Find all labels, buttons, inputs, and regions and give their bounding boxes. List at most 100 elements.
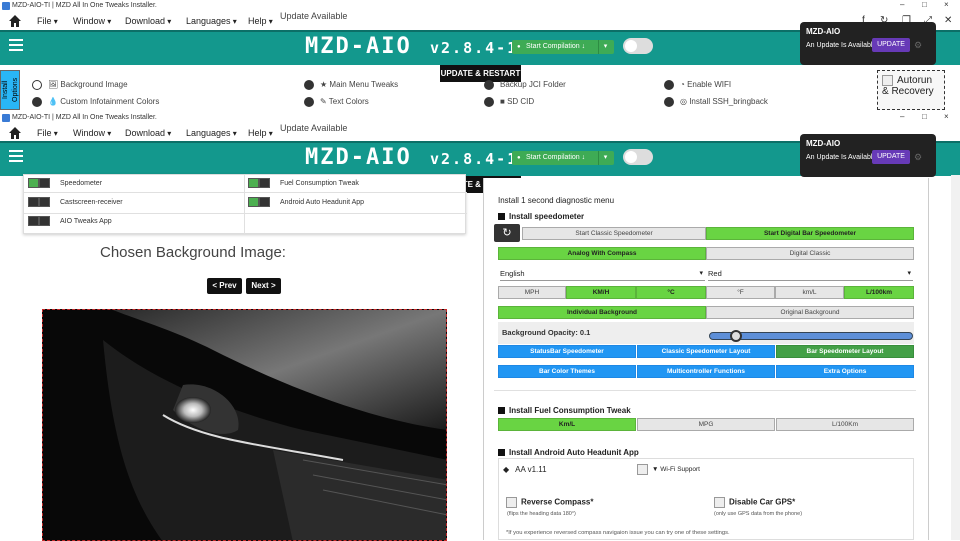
tweak-aio-app[interactable]: AIO Tweaks App bbox=[28, 216, 112, 226]
option-text-colors[interactable]: ✎ Text Colors bbox=[304, 97, 369, 107]
android-auto-section-title: Install Android Auto Headunit App bbox=[498, 448, 639, 457]
original-bg-button[interactable]: Original Background bbox=[706, 306, 914, 319]
window-title-2: MZD-AIO-TI | MZD All In One Tweaks Insta… bbox=[12, 114, 157, 121]
option-enable-wifi[interactable]: ◔ Enable WIFI bbox=[664, 80, 731, 90]
window-close-button[interactable]: × bbox=[944, 0, 949, 9]
multicontroller-button[interactable]: Multicontroller Functions bbox=[637, 365, 775, 378]
unit-kmh[interactable]: KM/H bbox=[566, 286, 636, 299]
fuel-mpg-button[interactable]: MPG bbox=[637, 418, 775, 431]
scrollbar[interactable] bbox=[951, 175, 960, 540]
menu-languages[interactable]: Languages bbox=[186, 12, 237, 31]
compass-footnote: *If you experience reversed compass navi… bbox=[506, 530, 730, 536]
notification-message: An Update Is Available: bbox=[806, 42, 879, 49]
color-select[interactable]: Red bbox=[708, 267, 913, 281]
menu-help[interactable]: Help bbox=[248, 12, 273, 31]
option-background-image[interactable]: 🖼 Background Image bbox=[32, 80, 128, 90]
individual-bg-button[interactable]: Individual Background bbox=[498, 306, 706, 319]
tweak-android-auto[interactable]: Android Auto Headunit App bbox=[248, 197, 364, 207]
unit-kml[interactable]: km/L bbox=[775, 286, 844, 299]
hamburger-icon[interactable] bbox=[9, 39, 23, 51]
install-options-tab[interactable]: Install Options bbox=[0, 70, 20, 110]
tweak-castscreen[interactable]: Castscreen-receiver bbox=[28, 197, 123, 207]
bg-opacity-slider[interactable] bbox=[709, 330, 913, 342]
menu-window[interactable]: Window bbox=[73, 12, 111, 31]
start-compilation-button[interactable]: Start Compilation ↓▾ bbox=[512, 40, 614, 54]
app-icon bbox=[2, 114, 10, 122]
aa-version-option[interactable]: ◆ AA v1.11 bbox=[503, 465, 547, 474]
unit-l100km[interactable]: L/100km bbox=[844, 286, 914, 299]
window-close-button-2[interactable]: × bbox=[944, 112, 949, 121]
unit-fahrenheit[interactable]: °F bbox=[706, 286, 775, 299]
mode-toggle[interactable] bbox=[623, 38, 653, 54]
window-titlebar-2: MZD-AIO-TI | MZD All In One Tweaks Insta… bbox=[0, 112, 960, 124]
fuel-section-title: Install Fuel Consumption Tweak bbox=[498, 406, 631, 415]
settings-icon[interactable]: ⚙ bbox=[914, 40, 922, 51]
speedometer-section-title: Install speedometer bbox=[498, 212, 584, 221]
app-logo: MZD-AIO bbox=[305, 34, 412, 59]
notification-title: MZD-AIO bbox=[806, 139, 841, 148]
chosen-background-label: Chosen Background Image: bbox=[100, 244, 286, 261]
unit-celsius[interactable]: °C bbox=[636, 286, 706, 299]
disable-gps-note: (only use GPS data from the phone) bbox=[714, 511, 803, 517]
tweak-speedometer[interactable]: Speedometer bbox=[28, 178, 102, 188]
update-available-link[interactable]: Update Available bbox=[280, 119, 347, 137]
menu-file[interactable]: File bbox=[37, 12, 58, 31]
extra-options-button[interactable]: Extra Options bbox=[776, 365, 914, 378]
prev-button[interactable]: < Prev bbox=[207, 278, 242, 294]
update-available-link[interactable]: Update Available bbox=[280, 7, 347, 25]
option-custom-colors[interactable]: 💧 Custom Infotainment Colors bbox=[32, 97, 159, 107]
app-version: v2.8.4-1 bbox=[430, 39, 519, 57]
home-icon[interactable] bbox=[8, 126, 22, 140]
option-main-menu-tweaks[interactable]: ★ Main Menu Tweaks bbox=[304, 80, 398, 90]
maximize-button[interactable]: □ bbox=[922, 0, 927, 9]
wifi-support-option[interactable]: ▼ Wi-Fi Support bbox=[637, 464, 700, 475]
start-compilation-button[interactable]: Start Compilation ↓▾ bbox=[512, 151, 614, 165]
notification-title: MZD-AIO bbox=[806, 27, 841, 36]
option-ssh-bringback[interactable]: ◎ Install SSH_bringback bbox=[664, 97, 768, 107]
notification-update-button[interactable]: UPDATE bbox=[872, 38, 910, 52]
digital-classic-button[interactable]: Digital Classic bbox=[706, 247, 914, 260]
app-icon bbox=[2, 2, 10, 10]
hamburger-icon[interactable] bbox=[9, 150, 23, 162]
app-version: v2.8.4-1 bbox=[430, 150, 519, 168]
slider-handle[interactable] bbox=[730, 330, 742, 342]
bar-layout-button[interactable]: Bar Speedometer Layout bbox=[776, 345, 914, 358]
background-preview-image bbox=[42, 309, 447, 541]
update-notification-2: MZD-AIO An Update Is Available: UPDATE ⚙ bbox=[800, 134, 936, 177]
minimize-button[interactable]: – bbox=[900, 0, 904, 9]
settings-icon[interactable]: ⚙ bbox=[914, 152, 922, 163]
reverse-compass-note: (flips the heading data 180°) bbox=[507, 511, 576, 517]
diag-menu-option[interactable]: Install 1 second diagnostic menu bbox=[498, 196, 614, 205]
next-button[interactable]: Next > bbox=[246, 278, 281, 294]
fuel-kml-button[interactable]: Km/L bbox=[498, 418, 636, 431]
autorun-recovery-option[interactable]: Autorun & Recovery bbox=[877, 70, 945, 110]
window-title: MZD-AIO-TI | MZD All In One Tweaks Insta… bbox=[12, 2, 157, 9]
disable-gps-option[interactable]: Disable Car GPS* bbox=[714, 497, 795, 508]
home-icon[interactable] bbox=[8, 14, 22, 28]
close-icon[interactable]: ✕ bbox=[944, 12, 952, 30]
bg-opacity-label: Background Opacity: 0.1 bbox=[502, 328, 591, 337]
notification-update-button[interactable]: UPDATE bbox=[872, 150, 910, 164]
fuel-l100km-button[interactable]: L/100Km bbox=[776, 418, 914, 431]
start-digital-button[interactable]: Start Digital Bar Speedometer bbox=[706, 227, 914, 240]
start-classic-button[interactable]: Start Classic Speedometer bbox=[522, 227, 706, 240]
menu-download[interactable]: Download bbox=[125, 12, 171, 31]
minimize-button-2[interactable]: – bbox=[900, 112, 904, 121]
update-notification: MZD-AIO An Update Is Available: UPDATE ⚙ bbox=[800, 22, 936, 65]
statusbar-speedometer-button[interactable]: StatusBar Speedometer bbox=[498, 345, 636, 358]
check-circle-icon bbox=[32, 80, 42, 90]
classic-layout-button[interactable]: Classic Speedometer Layout bbox=[637, 345, 775, 358]
reverse-compass-option[interactable]: Reverse Compass* bbox=[506, 497, 593, 508]
mode-toggle[interactable] bbox=[623, 149, 653, 165]
analog-compass-button[interactable]: Analog With Compass bbox=[498, 247, 706, 260]
reset-icon[interactable]: ↻ bbox=[494, 224, 520, 242]
language-select[interactable]: English bbox=[500, 267, 705, 281]
option-sd-cid[interactable]: ■ SD CID bbox=[484, 97, 534, 107]
app-logo: MZD-AIO bbox=[305, 145, 412, 170]
window-titlebar: MZD-AIO-TI | MZD All In One Tweaks Insta… bbox=[0, 0, 960, 12]
option-backup-jci[interactable]: Backup JCI Folder bbox=[484, 80, 566, 90]
maximize-button-2[interactable]: □ bbox=[922, 112, 927, 121]
unit-mph[interactable]: MPH bbox=[498, 286, 566, 299]
tweak-fuel-consumption[interactable]: Fuel Consumption Tweak bbox=[248, 178, 359, 188]
bar-color-themes-button[interactable]: Bar Color Themes bbox=[498, 365, 636, 378]
